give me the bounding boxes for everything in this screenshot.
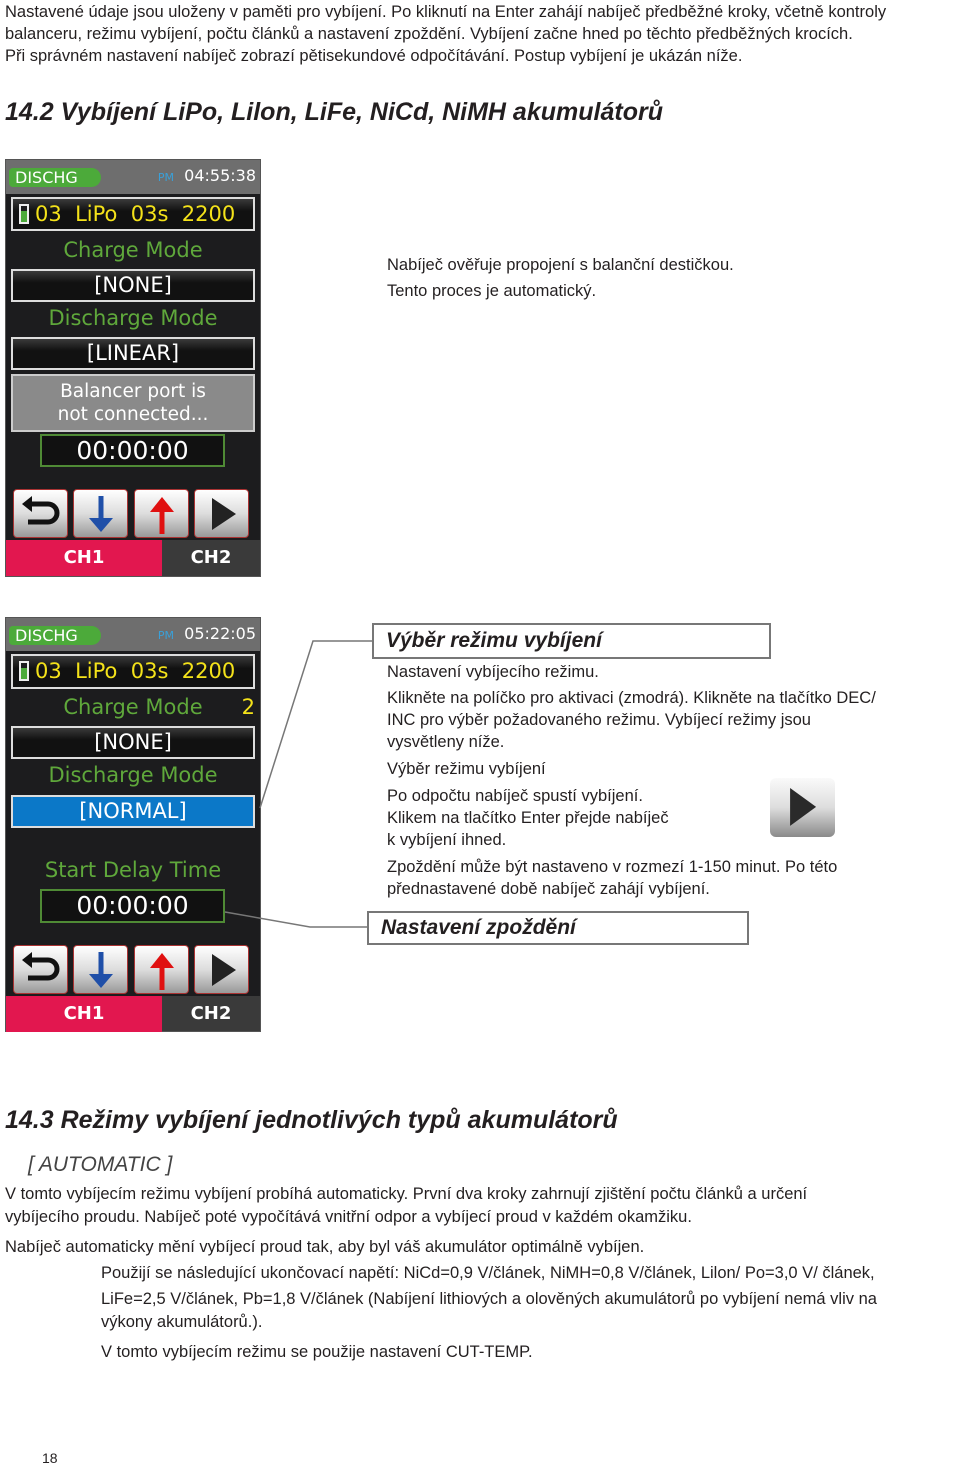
callout-text: Nastavení vybíjecího režimu. [387, 663, 599, 681]
manual-page: Nastavené údaje jsou uloženy v paměti pr… [0, 0, 960, 1467]
enter-button-illustration [770, 778, 835, 837]
body-text: Použijí se následující ukončovací napětí… [101, 1264, 875, 1282]
callout-text: Po odpočtu nabíječ spustí vybíjení. [387, 787, 643, 805]
callout-text: Zpoždění může být nastaveno v rozmezí 1-… [387, 858, 838, 876]
callout-text: přednastavené době nabíječ zahájí vybíje… [387, 880, 710, 898]
body-text: V tomto vybíjecím režimu vybíjení probíh… [5, 1185, 808, 1203]
callout-text: k vybíjení ihned. [387, 831, 507, 849]
callout-text: INC pro výběr požadovaného režimu. Vybíj… [387, 711, 811, 729]
section-heading: 14.3 Režimy vybíjení jednotlivých typů a… [5, 1106, 618, 1134]
play-icon [790, 788, 817, 826]
body-text: vybíjecího proudu. Nabíječ poté vypočítá… [5, 1208, 692, 1226]
callout-text: vysvětleny níže. [387, 733, 505, 751]
mode-subtitle: [ AUTOMATIC ] [28, 1153, 173, 1176]
body-text: V tomto vybíjecím režimu se použije nast… [101, 1343, 533, 1361]
callout-text: Výběr režimu vybíjení [387, 760, 546, 778]
body-text: LiFe=2,5 V/článek, Pb=1,8 V/článek (Nabí… [101, 1290, 877, 1308]
callout-discharge-mode: Výběr režimu vybíjení [372, 623, 771, 659]
callout-start-delay: Nastavení zpoždění [367, 911, 749, 945]
body-text: Nabíječ automaticky mění vybíjecí proud … [5, 1238, 645, 1256]
page-number: 18 [42, 1450, 58, 1466]
callout-text: Klikem na tlačítko Enter přejde nabíječ [387, 809, 669, 827]
callout-text: Klikněte na políčko pro aktivaci (zmodrá… [387, 689, 876, 707]
leader-line-2 [224, 911, 368, 928]
leader-line-1 [259, 640, 372, 809]
body-text: výkony akumulátorů.). [101, 1313, 263, 1331]
